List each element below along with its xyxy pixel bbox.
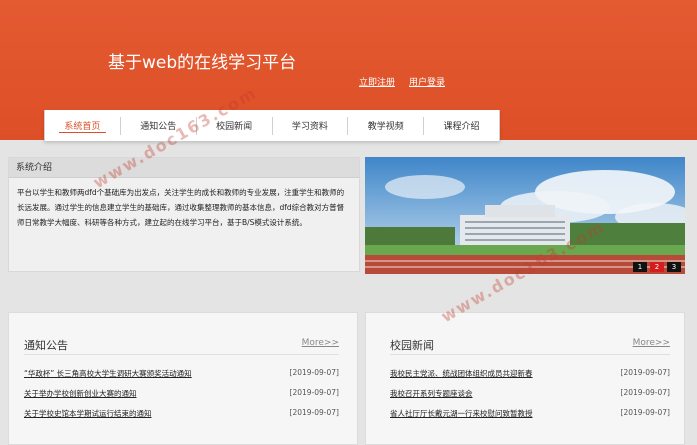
campus-banner: 1 2 3 bbox=[365, 157, 685, 274]
login-link[interactable]: 用户登录 bbox=[409, 75, 445, 88]
site-title: 基于web的在线学习平台 bbox=[108, 53, 297, 73]
notice-date: [2019-09-07] bbox=[289, 388, 339, 397]
notice-date: [2019-09-07] bbox=[289, 368, 339, 377]
divider bbox=[390, 354, 670, 355]
system-intro-text: 平台以学生和教师两dfd个基础库为出发点，关注学生的成长和教师的专业发展，注重学… bbox=[17, 188, 345, 227]
system-intro-panel: 系统介绍 平台以学生和教师两dfd个基础库为出发点，关注学生的成长和教师的专业发… bbox=[8, 157, 360, 272]
nav-item-courses[interactable]: 课程介绍 bbox=[424, 110, 499, 141]
slide-dot-active[interactable]: 2 bbox=[650, 262, 664, 272]
divider bbox=[24, 354, 339, 355]
notice-date: [2019-09-07] bbox=[289, 408, 339, 417]
list-item: 关于学校史馆本学期试运行结束的通知 [2019-09-07] bbox=[24, 408, 339, 428]
list-item: 关于举办学校创新创业大赛的通知 [2019-09-07] bbox=[24, 388, 339, 408]
notices-panel: 通知公告 More>> “华政杯” 长三角高校大学生调研大赛颁奖活动通知 [20… bbox=[8, 312, 358, 445]
main-nav: 系统首页 通知公告 校园新闻 学习资料 教学视频 课程介绍 bbox=[44, 110, 500, 141]
slide-dot[interactable]: 1 bbox=[633, 262, 647, 272]
notices-title: 通知公告 bbox=[24, 339, 68, 352]
news-link[interactable]: 省人社厅厅长戴元湖一行来校慰问致暂教授 bbox=[390, 408, 533, 428]
notice-link[interactable]: “华政杯” 长三角高校大学生调研大赛颁奖活动通知 bbox=[24, 368, 192, 388]
news-title: 校园新闻 bbox=[390, 339, 434, 352]
notices-list: “华政杯” 长三角高校大学生调研大赛颁奖活动通知 [2019-09-07] 关于… bbox=[24, 368, 339, 428]
list-item: “华政杯” 长三角高校大学生调研大赛颁奖活动通知 [2019-09-07] bbox=[24, 368, 339, 388]
notice-link[interactable]: 关于学校史馆本学期试运行结束的通知 bbox=[24, 408, 152, 428]
notice-link[interactable]: 关于举办学校创新创业大赛的通知 bbox=[24, 388, 137, 408]
news-panel: 校园新闻 More>> 我校民主党派、统战团体组织成员共迎新春 [2019-09… bbox=[365, 312, 685, 445]
news-list: 我校民主党派、统战团体组织成员共迎新春 [2019-09-07] 我校召开系列专… bbox=[390, 368, 670, 428]
news-link[interactable]: 我校召开系列专题座谈会 bbox=[390, 388, 473, 408]
list-item: 我校民主党派、统战团体组织成员共迎新春 [2019-09-07] bbox=[390, 368, 670, 388]
nav-item-home[interactable]: 系统首页 bbox=[45, 110, 120, 141]
news-date: [2019-09-07] bbox=[620, 368, 670, 377]
notices-more-link[interactable]: More>> bbox=[302, 338, 339, 348]
slide-indicators: 1 2 3 bbox=[633, 262, 681, 272]
nav-item-materials[interactable]: 学习资料 bbox=[272, 110, 347, 141]
campus-photo bbox=[365, 157, 685, 274]
news-date: [2019-09-07] bbox=[620, 408, 670, 417]
news-link[interactable]: 我校民主党派、统战团体组织成员共迎新春 bbox=[390, 368, 533, 388]
register-link[interactable]: 立即注册 bbox=[359, 75, 395, 88]
news-date: [2019-09-07] bbox=[620, 388, 670, 397]
list-item: 我校召开系列专题座谈会 [2019-09-07] bbox=[390, 388, 670, 408]
nav-item-videos[interactable]: 教学视频 bbox=[348, 110, 423, 141]
slide-dot[interactable]: 3 bbox=[667, 262, 681, 272]
list-item: 省人社厅厅长戴元湖一行来校慰问致暂教授 [2019-09-07] bbox=[390, 408, 670, 428]
news-more-link[interactable]: More>> bbox=[633, 338, 670, 348]
system-intro-heading: 系统介绍 bbox=[9, 158, 359, 178]
top-links: 立即注册 用户登录 bbox=[359, 75, 445, 88]
